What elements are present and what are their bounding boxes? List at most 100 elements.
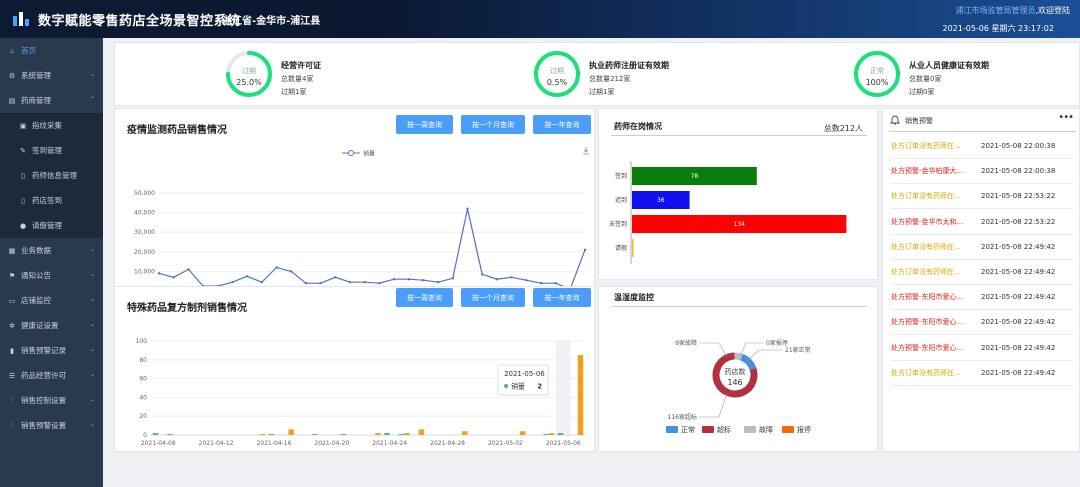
- alert-time: 2021-05-08 22:49:42: [981, 242, 1056, 251]
- alert-time: 2021-05-08 22:00:38: [981, 142, 1056, 150]
- sidebar-item-label: 请假管理: [32, 221, 62, 230]
- sidebar-item-fingerprint[interactable]: ▣ 指纹采集: [0, 113, 103, 138]
- legend-swatch: [702, 426, 714, 433]
- alert-item[interactable]: 处方订单没有药师在... 2021-05-08 22:49:42: [891, 260, 1073, 285]
- datetime: 2021-05-06 星期六 23:17:02: [942, 24, 1054, 33]
- chevron-down-icon: ⌄: [89, 321, 95, 328]
- sidebar-item-store-monitor[interactable]: ▭ 店铺监控 ⌄: [0, 288, 103, 313]
- x-tick-label: 2021-04-24: [372, 440, 407, 447]
- legend-label: 故障: [759, 425, 773, 434]
- category-label: 请假: [615, 244, 627, 252]
- temperature-title: 温湿度监控: [614, 293, 654, 302]
- ring-percent: 100%: [865, 78, 889, 87]
- alert-time: 2021-05-08 22:53:22: [981, 217, 1056, 226]
- data-point: [525, 279, 528, 282]
- alert-time: 2021-05-08 22:49:42: [981, 293, 1056, 302]
- license-card: 过期 0.5% 执业药师注册证有效期 总数量212家 过期1家: [533, 49, 793, 109]
- y-tick-label: 80: [139, 357, 147, 364]
- y-tick-label: 100: [136, 338, 148, 345]
- sidebar-item-sales-alert-settings[interactable]: ⫶ 销售预警设置 ⌄: [0, 413, 103, 438]
- query-week-button[interactable]: 按一周查询: [396, 115, 453, 134]
- sidebar-item-health-cert[interactable]: ✲ 健康证设置 ⌄: [0, 313, 103, 338]
- sidebar-item-business-data[interactable]: ▦ 业务数据 ⌄: [0, 238, 103, 263]
- special-drug-card: 特殊药品复方制剂销售情况 按一周查询 按一个月查询 按一年查询 0 20 40 60 8…: [114, 286, 595, 452]
- license-card: 过期 25.0% 经营许可证 总数量4家 过期1家: [225, 49, 485, 109]
- sidebar-item-checkin[interactable]: ✎ 签到管理: [0, 138, 103, 163]
- alert-time: 2021-05-08 22:49:42: [981, 268, 1056, 276]
- temperature-donut-chart: 药店数 146 9家故障 0家报停21家正常 116家超标正常 超标 故障 报停: [666, 339, 811, 434]
- alert-item[interactable]: 处方订单没有药师在... 2021-05-08 22:49:42: [891, 361, 1073, 386]
- download-icon[interactable]: [583, 147, 589, 155]
- license-expired: 过期1家: [589, 88, 615, 96]
- bar: [632, 239, 634, 257]
- data-point: [451, 277, 454, 280]
- y-tick-label: 60: [139, 376, 147, 383]
- bar: [375, 433, 381, 435]
- x-tick-label: 2021-04-28: [430, 440, 465, 447]
- sidebar-item-notice[interactable]: ⚑ 通知公告 ⌄: [0, 263, 103, 288]
- sidebar-item-home[interactable]: ⌂ 首页: [0, 38, 103, 63]
- alert-message: 处方预警-东阳市爱心...: [891, 293, 964, 302]
- sidebar-item-leave[interactable]: ● 请假管理: [0, 213, 103, 238]
- alert-message: 处方预警-金华柏康大...: [891, 167, 964, 176]
- monitor-icon: ▭: [8, 296, 16, 305]
- data-point: [348, 280, 352, 284]
- book-icon: ▯: [21, 196, 25, 205]
- ring-status: 过期: [242, 67, 256, 75]
- bar: [152, 433, 159, 435]
- alert-message: 处方订单没有药师在...: [891, 368, 961, 377]
- x-tick-label: 2021-04-20: [314, 440, 349, 447]
- license-total: 总数量4家: [281, 75, 314, 83]
- alert-item[interactable]: 处方预警-金华柏康大... 2021-05-08 22:00:38: [891, 159, 1073, 185]
- y-tick-label: 20: [139, 413, 147, 420]
- sidebar-item-sales-alert-log[interactable]: ▮ 销售预警记录 ⌄: [0, 338, 103, 363]
- data-point: [245, 275, 249, 278]
- data-point: [480, 273, 484, 276]
- tooltip-value: 2: [537, 383, 542, 391]
- bar-value-label: 134: [733, 221, 745, 228]
- bar: [167, 434, 173, 435]
- sidebar-item-label: 签到管理: [32, 146, 62, 155]
- user-name[interactable]: 浦江市场监管局管理员: [955, 6, 1035, 15]
- pharmacist-title: 药师在岗情况: [614, 122, 662, 131]
- bar: [548, 433, 555, 435]
- title-divider: [889, 131, 1075, 132]
- hover-band: [556, 341, 571, 435]
- sidebar-item-drug-license[interactable]: ☰ 药品经营许可 ⌄: [0, 363, 103, 388]
- data-point: [495, 278, 499, 281]
- ring-percent: 25.0%: [236, 78, 262, 87]
- data-point: [583, 248, 587, 252]
- license-expired: 过期0家: [909, 88, 935, 96]
- license-title: 从业人员健康证有效期: [909, 61, 989, 70]
- alert-item[interactable]: 处方预警-金华市太和... 2021-05-08 22:53:22: [891, 210, 1073, 235]
- sidebar-item-label: 销售预警设置: [21, 421, 66, 430]
- alert-item[interactable]: 处方预警-东阳市爱心... 2021-05-08 22:49:42: [891, 336, 1073, 361]
- bar: [384, 433, 390, 435]
- query-year-button[interactable]: 按一年查询: [533, 115, 591, 134]
- bar: [268, 434, 274, 435]
- data-point: [275, 266, 278, 269]
- alert-item[interactable]: 处方预警-东阳市爱心... 2021-05-08 22:49:42: [891, 285, 1073, 311]
- bar-value-label: 36: [657, 197, 665, 204]
- chart-icon: ▦: [8, 246, 16, 255]
- alert-item[interactable]: 处方预警-东阳市爱心... 2021-05-08 22:49:42: [891, 310, 1073, 336]
- sidebar-item-system[interactable]: ⚙ 系统管理 ⌄: [0, 63, 103, 88]
- alert-item[interactable]: 处方订单没有药师在... 2021-05-08 22:53:22: [891, 184, 1073, 210]
- sidebar-item-store-checkin[interactable]: ▯ 药店签到: [0, 188, 103, 213]
- license-title: 执业药师注册证有效期: [589, 61, 669, 70]
- callout-line: [739, 342, 764, 357]
- tooltip-date: 2021-05-06: [504, 370, 545, 378]
- legend-swatch: [744, 426, 756, 433]
- temperature-card: 温湿度监控 药店数 146 9家故障 0家报停 21家正常 116家超标 正常 超标 故障 报停: [598, 286, 878, 452]
- sidebar-item-label: 销售控制设置: [21, 396, 66, 405]
- alert-item[interactable]: 处方订单没有药师在... 2021-05-08 22:00:38: [891, 134, 1073, 159]
- sales-alert-title: 销售预警: [905, 117, 933, 125]
- alert-item[interactable]: 处方订单没有药师在... 2021-05-08 22:49:42: [891, 235, 1073, 260]
- sidebar-item-merchants[interactable]: ▤ 药商管理 ⌃: [0, 88, 103, 113]
- more-icon[interactable]: •••: [1058, 112, 1074, 123]
- chevron-down-icon: ⌄: [89, 346, 95, 353]
- sidebar-item-sales-control[interactable]: ⫶ 销售控制设置 ⌄: [0, 388, 103, 413]
- query-month-button[interactable]: 按一个月查询: [461, 115, 525, 134]
- signal-icon: ▮: [10, 346, 14, 355]
- sidebar-item-pharmacist-info[interactable]: ▯ 药师信息管理: [0, 163, 103, 188]
